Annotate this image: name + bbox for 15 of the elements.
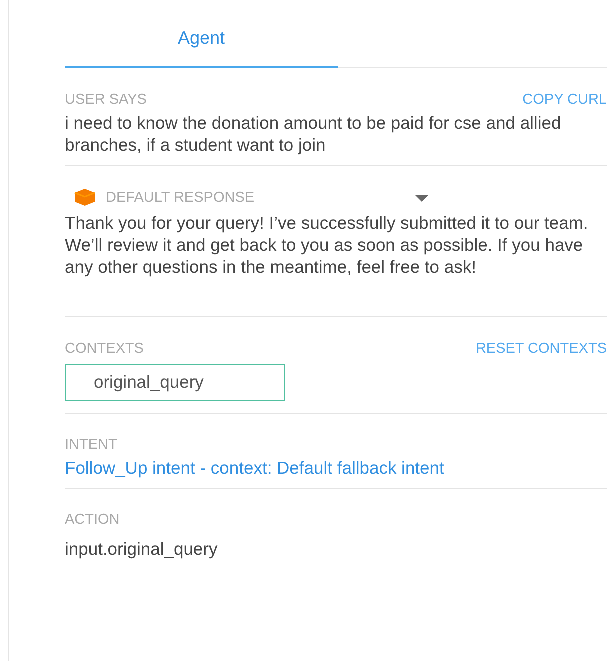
section-label: USER SAYS xyxy=(65,92,147,108)
copy-curl-link[interactable]: COPY CURL xyxy=(522,92,607,108)
caret-icon[interactable] xyxy=(415,194,429,202)
context-chip[interactable]: original_query xyxy=(65,364,285,401)
reset-contexts-link[interactable]: RESET CONTEXTS xyxy=(476,341,607,357)
agent-tab[interactable]: Agent xyxy=(65,28,338,68)
section-label: CONTEXTS xyxy=(65,341,144,357)
action-value: input.original_query xyxy=(65,538,219,560)
user-query-text: i need to know the donation amount to be paid for cse and allied branches, if a student want to join xyxy=(65,112,562,156)
response-text: Thank you for your query! I’ve successfully submitted it to our team. We’ll review it and get back to you as soon as possible. If you have any other questions in the meantime, feel free to ask! xyxy=(65,212,590,278)
section-label: ACTION xyxy=(65,512,121,528)
cube-icon xyxy=(72,188,98,208)
section-label: INTENT xyxy=(65,437,118,453)
intent-link[interactable]: Follow_Up intent - context: Default fallback intent xyxy=(65,457,607,479)
section-label: DEFAULT RESPONSE xyxy=(106,190,255,206)
